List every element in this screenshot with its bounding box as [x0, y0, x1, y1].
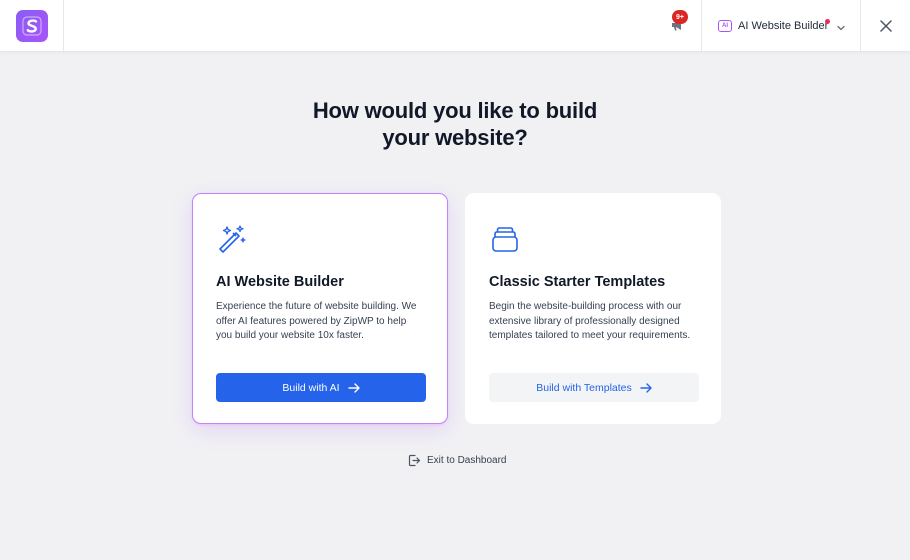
build-with-ai-label: Build with AI	[282, 381, 340, 394]
stacked-layers-icon	[489, 224, 521, 256]
ai-builder-title: AI Website Builder	[216, 274, 344, 290]
ai-chip-icon: AI	[718, 20, 732, 32]
close-button[interactable]	[861, 0, 910, 52]
page-title-line-2: your website?	[382, 125, 528, 150]
close-icon	[879, 20, 892, 32]
ai-builder-description: Experience the future of website buildin…	[216, 301, 417, 341]
exit-to-dashboard-label: Exit to Dashboard	[427, 454, 507, 466]
builder-type-label: AI Website Builder	[738, 20, 829, 32]
page-title: How would you like to build your website…	[0, 97, 910, 151]
app-logo[interactable]	[15, 10, 48, 42]
page-title-line-1: How would you like to build	[312, 98, 598, 123]
classic-templates-card[interactable]: Classic Starter Templates Begin the webs…	[465, 193, 721, 424]
classic-templates-title: Classic Starter Templates	[489, 274, 666, 290]
ai-builder-card[interactable]: AI Website Builder Experience the future…	[192, 193, 448, 424]
logo-area	[0, 0, 64, 52]
exit-icon	[408, 454, 421, 467]
arrow-right-icon	[640, 382, 652, 393]
magic-wand-icon	[216, 224, 248, 256]
notification-badge: 9+	[672, 10, 688, 24]
starter-templates-logo-icon	[21, 16, 42, 36]
arrow-right-icon	[347, 382, 360, 393]
build-with-templates-button[interactable]: Build with Templates	[489, 373, 699, 402]
new-indicator-dot	[825, 19, 830, 24]
top-bar: 9+ AI AI Website Builder	[0, 0, 910, 52]
build-with-ai-button[interactable]: Build with AI	[216, 373, 426, 402]
classic-templates-description: Begin the website-building process with …	[489, 301, 691, 341]
exit-to-dashboard-link[interactable]: Exit to Dashboard	[408, 452, 507, 468]
chevron-down-icon	[836, 20, 846, 38]
build-with-templates-label: Build with Templates	[536, 381, 632, 394]
